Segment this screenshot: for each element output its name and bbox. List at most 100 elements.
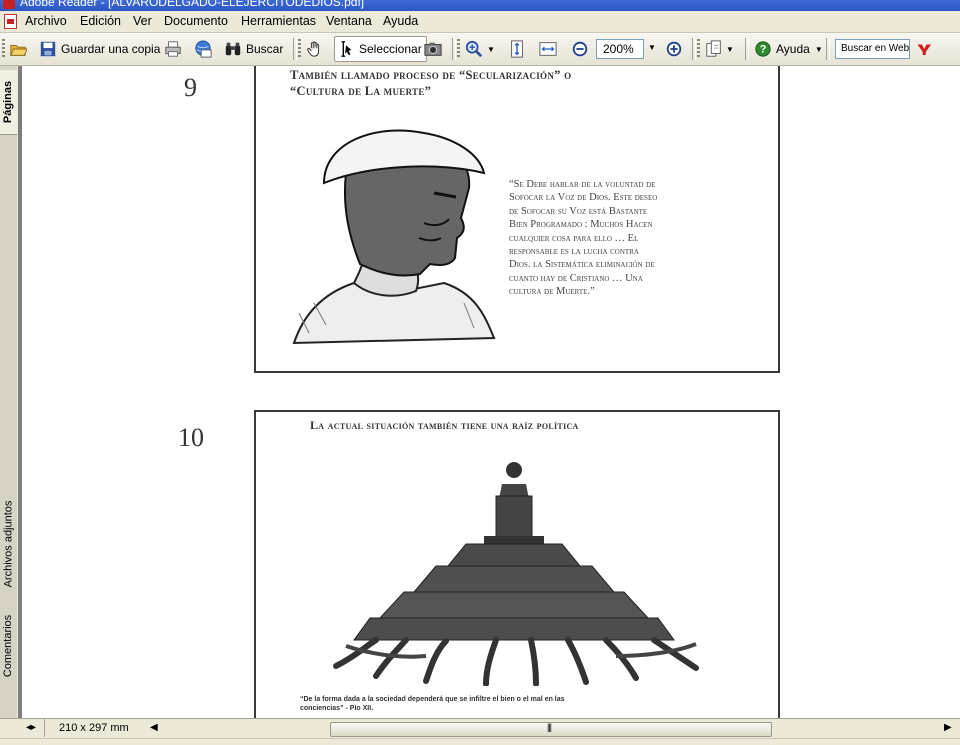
svg-text:?: ? <box>760 44 767 56</box>
toolbar-separator <box>452 38 456 60</box>
quote-line: Sofocar la Voz de Dios. Este deseo <box>509 192 658 204</box>
hand-icon <box>307 41 320 57</box>
scroll-right-icon[interactable]: ▶ <box>944 722 952 733</box>
fit-width-button[interactable] <box>539 33 557 65</box>
adobe-reader-icon <box>3 0 15 9</box>
caption-line: conciencias” - Pío XII. <box>300 705 374 712</box>
zoom-level-input[interactable]: 200% <box>596 39 644 59</box>
menu-edicion[interactable]: Edición <box>80 14 121 28</box>
menu-herramientas[interactable]: Herramientas <box>241 14 316 28</box>
search-label: Buscar <box>246 42 284 56</box>
page-nav-arrows-icon[interactable]: ◂▸ <box>26 722 36 733</box>
quote-line: responsable es la lucha contra <box>509 246 639 258</box>
yahoo-icon <box>917 44 931 55</box>
save-copy-button[interactable]: Guardar una copia <box>39 33 160 65</box>
navigation-sidebar: Páginas Archivos adjuntos Comentarios <box>0 66 18 718</box>
print-button[interactable] <box>164 33 182 65</box>
window-title: Adobe Reader - [ALVARODELGADO-ELEJERCITO… <box>20 0 365 9</box>
menu-ver[interactable]: Ver <box>133 14 152 28</box>
chevron-down-icon[interactable]: ▼ <box>726 45 734 54</box>
email-button[interactable] <box>194 33 212 65</box>
title-bar: Adobe Reader - [ALVARODELGADO-ELEJERCITO… <box>0 0 960 11</box>
quote-line: Bien Programado : Muchos Hacen <box>509 219 653 231</box>
open-button[interactable] <box>9 33 27 65</box>
menu-ventana[interactable]: Ventana <box>326 14 372 28</box>
fit-page-icon <box>511 40 523 58</box>
toolbar-grip[interactable] <box>697 39 700 59</box>
menu-documento[interactable]: Documento <box>164 14 228 28</box>
text-cursor-icon <box>341 41 352 57</box>
pdf-page: 9 También llamado proceso de “Seculariza… <box>22 66 960 718</box>
globe-email-icon <box>195 40 212 58</box>
toolbar-separator <box>692 38 696 60</box>
rotate-view-button[interactable]: ▼ <box>705 33 734 65</box>
page-size-readout: 210 x 297 mm <box>59 722 129 734</box>
zoom-tool-button[interactable]: ▼ <box>465 33 495 65</box>
caption-line: “De la forma dada a la sociedad depender… <box>300 696 565 703</box>
pages-rotate-icon <box>706 40 721 57</box>
web-search-input[interactable]: Buscar en Web <box>835 39 910 59</box>
pdf-document-icon[interactable] <box>4 14 17 29</box>
panel-number: 9 <box>184 73 197 102</box>
panel-quote: “Se Debe hablar de la voluntad de Sofoca… <box>509 178 749 299</box>
tab-comentarios-label: Comentarios <box>2 614 15 678</box>
tab-paginas[interactable]: Páginas <box>0 70 17 135</box>
actual-size-button[interactable] <box>508 33 526 65</box>
tab-comentarios[interactable]: Comentarios <box>0 608 17 684</box>
tab-archivos-adjuntos[interactable]: Archivos adjuntos <box>0 494 17 594</box>
zoom-out-button[interactable] <box>571 33 589 65</box>
scroll-left-icon[interactable]: ◀ <box>150 722 158 733</box>
menu-archivo[interactable]: Archivo <box>25 14 67 28</box>
toolbar: Guardar una copia Buscar Seleccionar ▼ 2… <box>0 33 960 66</box>
chevron-down-icon[interactable]: ▼ <box>648 43 656 52</box>
priest-illustration <box>292 129 496 345</box>
quote-line: cuanto hay de Cristiano … Una <box>509 272 643 284</box>
fit-width-icon <box>539 42 557 56</box>
document-view[interactable]: 9 También llamado proceso de “Seculariza… <box>18 66 960 718</box>
chevron-down-icon[interactable]: ▼ <box>815 45 823 54</box>
panel-heading: También llamado proceso de “Secularizaci… <box>290 68 572 82</box>
toolbar-separator <box>745 38 749 60</box>
open-folder-icon <box>10 44 27 56</box>
horizontal-scrollbar-bar: ◂▸ 210 x 297 mm ◀ ||| ▶ <box>0 718 960 739</box>
select-tool-button[interactable]: Seleccionar <box>334 36 427 62</box>
help-label: Ayuda <box>776 42 810 56</box>
tab-archivos-adjuntos-label: Archivos adjuntos <box>2 500 15 588</box>
political-pyramid-illustration <box>333 462 699 686</box>
zoom-in-button[interactable] <box>665 33 683 65</box>
quote-line: Dios. la Sistemática eliminación de <box>509 259 655 271</box>
quote-line: “Se Debe hablar de la voluntad de <box>509 179 656 190</box>
toolbar-grip[interactable] <box>457 39 460 59</box>
comic-panel-9: También llamado proceso de “Secularizaci… <box>254 66 780 373</box>
hand-tool-button[interactable] <box>306 33 324 65</box>
help-icon: ? <box>755 41 771 57</box>
scroll-grip-icon: ||| <box>547 722 552 732</box>
plus-circle-icon <box>666 41 682 57</box>
help-button[interactable]: ? Ayuda ▼ <box>754 33 823 65</box>
panel-caption: “De la forma dada a la sociedad depender… <box>300 695 760 713</box>
search-button[interactable]: Buscar <box>224 33 283 65</box>
menu-ayuda[interactable]: Ayuda <box>383 14 418 28</box>
yahoo-button[interactable] <box>916 33 934 65</box>
snapshot-button[interactable] <box>424 33 442 65</box>
magnifier-icon <box>465 40 483 58</box>
save-copy-label: Guardar una copia <box>61 42 161 56</box>
comic-panel-10: La actual situación también tiene una ra… <box>254 410 780 718</box>
panel-heading: La actual situación también tiene una ra… <box>310 418 579 432</box>
printer-icon <box>165 41 181 57</box>
toolbar-grip[interactable] <box>2 39 5 59</box>
chevron-down-icon[interactable]: ▼ <box>487 45 495 54</box>
toolbar-separator <box>826 38 830 60</box>
minus-circle-icon <box>572 41 588 57</box>
tab-paginas-label: Páginas <box>2 80 15 124</box>
menu-bar: Archivo Edición Ver Documento Herramient… <box>0 11 960 33</box>
binoculars-icon <box>225 42 241 56</box>
panel-number: 10 <box>178 423 204 452</box>
toolbar-separator <box>293 38 297 60</box>
toolbar-grip[interactable] <box>298 39 301 59</box>
select-label: Seleccionar <box>359 42 422 56</box>
camera-icon <box>424 42 442 56</box>
floppy-disk-icon <box>40 41 56 57</box>
horizontal-scroll-thumb[interactable]: ||| <box>330 722 772 737</box>
quote-line: cualquier cosa para ello … El <box>509 232 639 244</box>
